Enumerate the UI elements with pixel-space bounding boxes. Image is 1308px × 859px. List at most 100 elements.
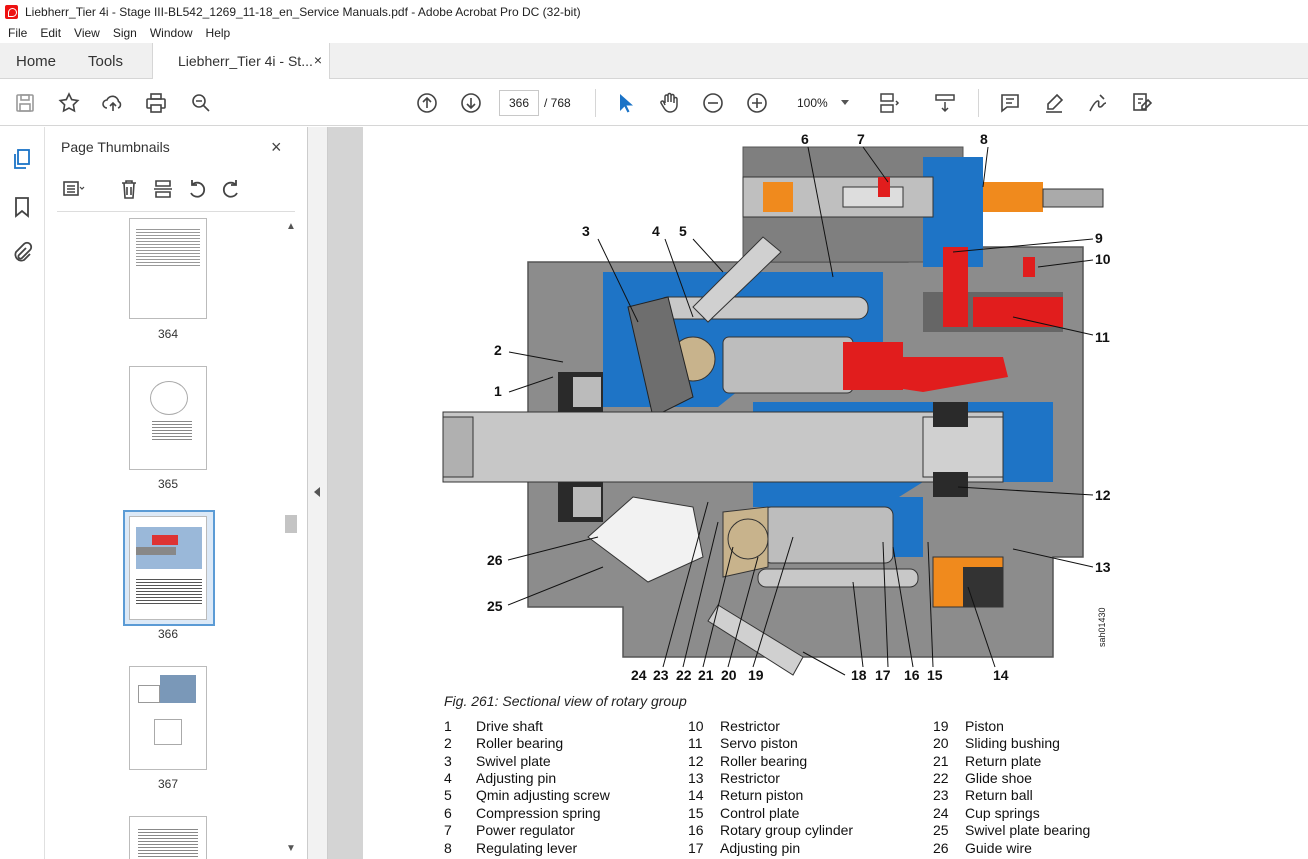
window-title: Liebherr_Tier 4i - Stage III-BL542_1269_… — [25, 4, 581, 19]
callout-2: 2 — [494, 342, 502, 358]
callout-24: 24 — [631, 667, 647, 683]
figure-caption: Fig. 261: Sectional view of rotary group — [444, 693, 687, 709]
thumbnail-scrollbar[interactable]: ▲ ▼ — [283, 219, 299, 859]
legend-item: 8 Regulating lever — [444, 840, 578, 856]
pdf-page: 1 2 3 4 5 6 7 8 9 10 11 12 13 14 15 16 1… — [363, 127, 1308, 859]
scroll-mode-icon[interactable] — [932, 91, 958, 115]
legend-item: 13 Restrictor — [688, 770, 780, 786]
callout-9: 9 — [1095, 230, 1103, 246]
delete-icon[interactable] — [117, 177, 141, 201]
page-number-input[interactable]: 366 — [499, 90, 539, 116]
tab-home[interactable]: Home — [16, 53, 56, 70]
upload-icon[interactable] — [100, 91, 126, 115]
legend-item: 11 Servo piston — [688, 735, 798, 751]
callout-15: 15 — [927, 667, 943, 683]
callout-26: 26 — [487, 552, 503, 568]
legend-item: 23 Return ball — [933, 787, 1033, 803]
thumbnail-label: 366 — [157, 627, 179, 641]
thumbnail-label: 364 — [157, 327, 179, 341]
sign-icon[interactable] — [1085, 91, 1111, 115]
callout-25: 25 — [487, 598, 503, 614]
tab-document[interactable]: Liebherr_Tier 4i - St... × — [152, 43, 330, 79]
legend-item: 26 Guide wire — [933, 840, 1032, 856]
save-icon[interactable] — [12, 91, 38, 115]
comment-icon[interactable] — [997, 91, 1023, 115]
print-icon[interactable] — [143, 91, 169, 115]
legend-item: 1 Drive shaft — [444, 718, 543, 734]
page-up-icon[interactable] — [414, 91, 440, 115]
callout-5: 5 — [679, 223, 687, 239]
insert-page-icon[interactable] — [151, 177, 175, 201]
thumbnail-page-367[interactable] — [129, 666, 207, 770]
highlight-icon[interactable] — [1041, 91, 1067, 115]
rotate-left-icon[interactable] — [185, 177, 209, 201]
panel-title: Page Thumbnails — [61, 139, 170, 155]
menu-file[interactable]: File — [0, 26, 32, 40]
thumbnail-page-366[interactable] — [129, 516, 207, 620]
edit-pdf-icon[interactable] — [1129, 91, 1155, 115]
zoom-out-icon[interactable] — [700, 91, 726, 115]
callout-7: 7 — [857, 131, 865, 147]
callout-21: 21 — [698, 667, 714, 683]
thumbnail-page-368[interactable] — [129, 816, 207, 859]
callout-4: 4 — [652, 223, 660, 239]
callout-8: 8 — [980, 131, 988, 147]
select-cursor-icon[interactable] — [612, 91, 638, 115]
callout-13: 13 — [1095, 559, 1111, 575]
zoom-search-icon[interactable] — [188, 91, 214, 115]
fit-page-icon[interactable] — [876, 91, 902, 115]
menu-edit[interactable]: Edit — [32, 26, 66, 40]
legend-item: 16 Rotary group cylinder — [688, 822, 854, 838]
panel-splitter[interactable] — [308, 127, 328, 859]
zoom-value: 100% — [797, 96, 828, 110]
scrollbar-thumb[interactable] — [285, 515, 297, 533]
attachment-icon[interactable] — [10, 241, 34, 265]
zoom-select[interactable]: 100% — [787, 90, 857, 116]
window-titlebar: Liebherr_Tier 4i - Stage III-BL542_1269_… — [0, 0, 1308, 23]
thumbnail-label: 367 — [157, 777, 179, 791]
page-total: / 768 — [544, 96, 571, 110]
collapse-panel-icon[interactable] — [314, 487, 320, 497]
star-icon[interactable] — [56, 91, 82, 115]
thumbnail-page-364[interactable] — [129, 218, 207, 319]
legend-item: 5 Qmin adjusting screw — [444, 787, 610, 803]
left-rail — [0, 127, 45, 859]
legend-item: 7 Power regulator — [444, 822, 575, 838]
close-icon[interactable]: × — [271, 137, 282, 158]
callout-11: 11 — [1095, 329, 1110, 345]
legend-item: 25 Swivel plate bearing — [933, 822, 1091, 838]
callout-17: 17 — [875, 667, 891, 683]
tab-close-icon[interactable]: × — [314, 52, 322, 68]
callout-16: 16 — [904, 667, 920, 683]
menu-window[interactable]: Window — [142, 26, 198, 40]
hand-icon[interactable] — [656, 91, 682, 115]
tab-tools[interactable]: Tools — [88, 53, 123, 70]
callout-10: 10 — [1095, 251, 1111, 267]
callout-12: 12 — [1095, 487, 1111, 503]
menu-view[interactable]: View — [66, 26, 105, 40]
thumbnail-page-365[interactable] — [129, 366, 207, 470]
callout-3: 3 — [582, 223, 590, 239]
legend-item: 14 Return piston — [688, 787, 804, 803]
options-menu-icon[interactable] — [61, 177, 85, 201]
document-canvas[interactable]: 1 2 3 4 5 6 7 8 9 10 11 12 13 14 15 16 1… — [328, 127, 1308, 859]
chevron-down-icon — [841, 100, 849, 105]
callout-14: 14 — [993, 667, 1009, 683]
pages-icon[interactable] — [10, 147, 34, 171]
menu-sign[interactable]: Sign — [105, 26, 142, 40]
callout-23: 23 — [653, 667, 669, 683]
legend-item: 20 Sliding bushing — [933, 735, 1060, 751]
zoom-in-icon[interactable] — [744, 91, 770, 115]
legend-item: 24 Cup springs — [933, 805, 1040, 821]
legend-item: 19 Piston — [933, 718, 1004, 734]
figure-code: sah01430 — [1097, 607, 1107, 647]
rotate-right-icon[interactable] — [219, 177, 243, 201]
callout-18: 18 — [851, 667, 867, 683]
bookmark-icon[interactable] — [10, 195, 34, 219]
page-down-icon[interactable] — [458, 91, 484, 115]
legend-item: 22 Glide shoe — [933, 770, 1032, 786]
tab-document-label: Liebherr_Tier 4i - St... — [178, 53, 313, 69]
legend-item: 17 Adjusting pin — [688, 840, 801, 856]
legend-item: 12 Roller bearing — [688, 753, 808, 769]
menu-help[interactable]: Help — [198, 26, 236, 40]
